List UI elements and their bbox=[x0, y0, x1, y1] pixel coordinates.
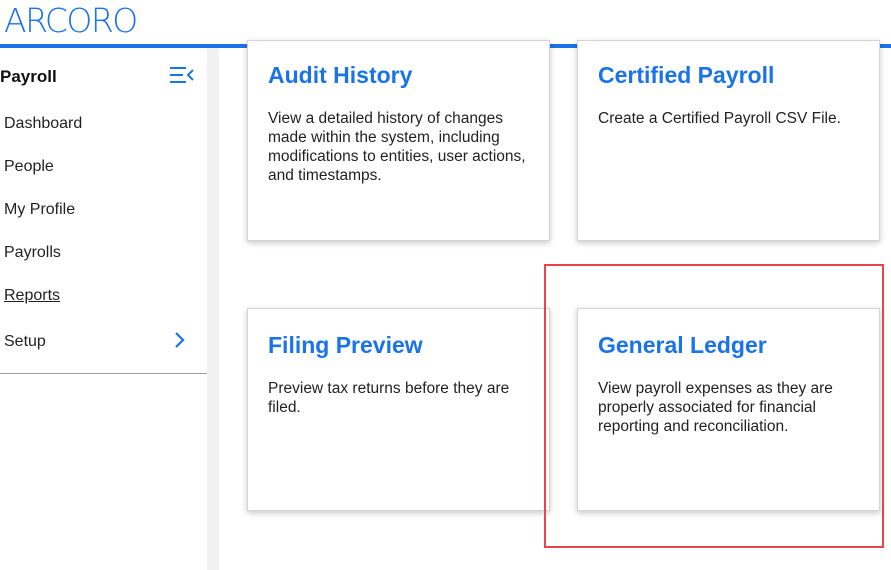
card-title: Audit History bbox=[268, 62, 413, 88]
sidebar-item-payrolls[interactable]: Payrolls bbox=[4, 244, 61, 262]
collapse-menu-icon[interactable] bbox=[168, 64, 196, 86]
sidebar-item-reports[interactable]: Reports bbox=[4, 287, 60, 305]
card-filing-preview[interactable]: Filing Preview Preview tax returns befor… bbox=[247, 308, 550, 511]
card-certified-payroll[interactable]: Certified Payroll Create a Certified Pay… bbox=[577, 40, 880, 241]
arcoro-logo[interactable]: ARCORO bbox=[4, 1, 138, 41]
card-title: Filing Preview bbox=[268, 332, 423, 358]
chevron-right-icon[interactable] bbox=[172, 331, 188, 349]
sidebar-item-my-profile[interactable]: My Profile bbox=[4, 201, 75, 219]
logo-text: ARCORO bbox=[4, 1, 138, 40]
card-description: View payroll expenses as they are proper… bbox=[598, 380, 833, 435]
sidebar-gutter bbox=[207, 48, 219, 570]
sidebar-item-dashboard[interactable]: Dashboard bbox=[4, 115, 82, 133]
card-description: View a detailed history of changes made … bbox=[268, 110, 526, 184]
sidebar-title: Payroll bbox=[0, 67, 57, 86]
card-audit-history[interactable]: Audit History View a detailed history of… bbox=[247, 40, 550, 241]
card-general-ledger[interactable]: General Ledger View payroll expenses as … bbox=[577, 308, 880, 511]
card-description: Create a Certified Payroll CSV File. bbox=[598, 110, 841, 127]
sidebar-divider bbox=[0, 373, 207, 374]
card-description: Preview tax returns before they are file… bbox=[268, 380, 510, 416]
card-title: Certified Payroll bbox=[598, 62, 775, 88]
sidebar-item-people[interactable]: People bbox=[4, 158, 54, 176]
sidebar-item-setup[interactable]: Setup bbox=[4, 333, 46, 351]
card-title: General Ledger bbox=[598, 332, 767, 358]
